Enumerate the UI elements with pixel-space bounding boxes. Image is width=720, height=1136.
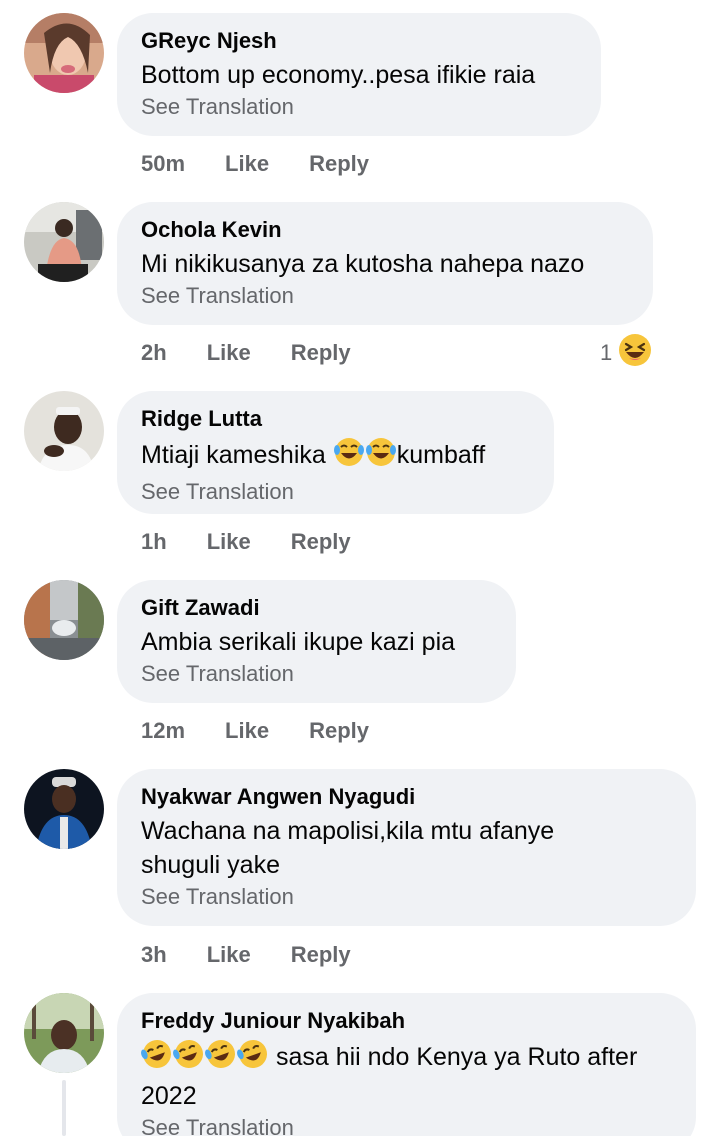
comment-author[interactable]: Ridge Lutta (141, 405, 530, 433)
comment-text-line: sasa hii ndo Kenya ya Ruto after (269, 1043, 638, 1072)
comment-bubble[interactable]: GReyc Njesh Bottom up economy..pesa ifik… (117, 13, 601, 136)
comment-actions: 3h Like Reply (141, 940, 351, 970)
comment-text: Mi nikikusanya za kutosha nahepa nazo (141, 250, 585, 278)
comment-text: Mtiaji kameshika kumbaff (141, 436, 530, 477)
rolling-laughing-emoji-icon (141, 1038, 173, 1079)
see-translation-link[interactable]: See Translation (141, 1113, 672, 1136)
comment-author[interactable]: Gift Zawadi (141, 594, 492, 622)
reply-button[interactable]: Reply (309, 149, 369, 179)
like-button[interactable]: Like (207, 338, 251, 368)
comment-text: Bottom up economy..pesa ifikie raia (141, 61, 536, 89)
comment-text-line: shuguli yake (141, 851, 280, 879)
rolling-laughing-emoji-icon (205, 1038, 237, 1079)
comment-actions: 12m Like Reply (141, 716, 369, 746)
comment-bubble[interactable]: Nyakwar Angwen Nyagudi Wachana na mapoli… (117, 769, 696, 926)
reply-button[interactable]: Reply (309, 716, 369, 746)
comment-text: Ambia serikali ikupe kazi pia (141, 628, 456, 656)
reaction-summary[interactable]: 1 (600, 333, 652, 373)
comment-actions: 50m Like Reply (141, 149, 369, 179)
comment-bubble[interactable]: Gift Zawadi Ambia serikali ikupe kazi pi… (117, 580, 516, 703)
comment-bubble[interactable]: Ochola Kevin Mi nikikusanya za kutosha n… (117, 202, 653, 325)
avatar[interactable] (24, 202, 104, 282)
reply-thread-line (62, 1080, 66, 1136)
avatar[interactable] (24, 13, 104, 93)
comment-text-line: Wachana na mapolisi,kila mtu afanye (141, 817, 555, 845)
comment-actions: 1h Like Reply (141, 527, 351, 557)
see-translation-link[interactable]: See Translation (141, 659, 492, 689)
reply-button[interactable]: Reply (291, 940, 351, 970)
comment-timestamp[interactable]: 50m (141, 149, 185, 179)
reaction-count: 1 (600, 340, 613, 365)
comment-author[interactable]: Nyakwar Angwen Nyagudi (141, 783, 672, 811)
rolling-laughing-emoji-icon (173, 1038, 205, 1079)
like-button[interactable]: Like (225, 149, 269, 179)
comment-bubble[interactable]: Freddy Juniour Nyakibah sasa hii ndo Ken… (117, 993, 696, 1136)
see-translation-link[interactable]: See Translation (141, 92, 577, 122)
comments-feed: GReyc Njesh Bottom up economy..pesa ifik… (0, 0, 720, 1136)
see-translation-link[interactable]: See Translation (141, 281, 629, 311)
tears-of-joy-emoji-icon (333, 436, 365, 477)
avatar[interactable] (24, 580, 104, 660)
comment-actions: 2h Like Reply (141, 338, 351, 368)
comment-author[interactable]: Freddy Juniour Nyakibah (141, 1007, 672, 1035)
rolling-laughing-emoji-icon (237, 1038, 269, 1079)
comment-text-part: Mtiaji kameshika (141, 441, 333, 470)
see-translation-link[interactable]: See Translation (141, 882, 672, 912)
like-button[interactable]: Like (207, 940, 251, 970)
tears-of-joy-emoji-icon (365, 436, 397, 477)
comment-timestamp[interactable]: 3h (141, 940, 167, 970)
avatar[interactable] (24, 993, 104, 1073)
comment-author[interactable]: Ochola Kevin (141, 216, 629, 244)
avatar[interactable] (24, 391, 104, 471)
comment-bubble[interactable]: Ridge Lutta Mtiaji kameshika kumbaff See… (117, 391, 554, 514)
comment-timestamp[interactable]: 2h (141, 338, 167, 368)
reply-button[interactable]: Reply (291, 527, 351, 557)
reply-button[interactable]: Reply (291, 338, 351, 368)
like-button[interactable]: Like (225, 716, 269, 746)
see-translation-link[interactable]: See Translation (141, 477, 530, 507)
comment-text-line: 2022 (141, 1082, 197, 1110)
laughing-squint-emoji-icon (618, 333, 652, 373)
comment-timestamp[interactable]: 1h (141, 527, 167, 557)
avatar[interactable] (24, 769, 104, 849)
comment-author[interactable]: GReyc Njesh (141, 27, 577, 55)
like-button[interactable]: Like (207, 527, 251, 557)
comment-text-part: kumbaff (396, 441, 486, 470)
comment-text: sasa hii ndo Kenya ya Ruto after 2022 (141, 1038, 672, 1113)
comment-timestamp[interactable]: 12m (141, 716, 185, 746)
comment-text: Wachana na mapolisi,kila mtu afanye shugu… (141, 814, 672, 882)
